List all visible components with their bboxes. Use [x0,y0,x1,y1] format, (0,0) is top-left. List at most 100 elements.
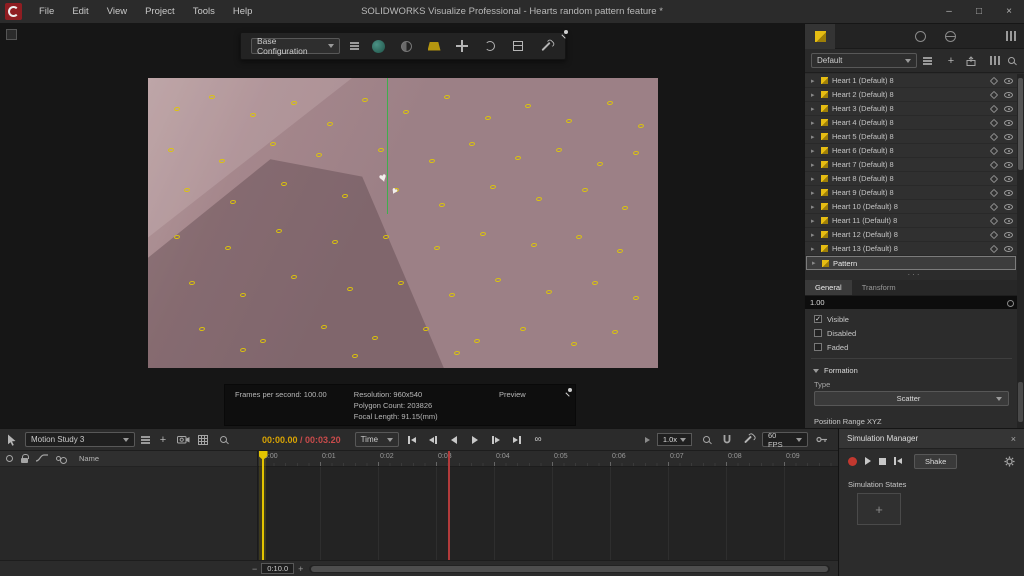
frame-forward-button[interactable] [489,432,504,447]
tree-item-heart[interactable]: ▸ Heart 6 (Default) 8 [805,144,1017,158]
eye-icon[interactable] [1004,119,1013,126]
add-simulation-state-button[interactable]: + [857,493,901,525]
checkbox[interactable] [814,343,822,351]
eye-icon[interactable] [1004,133,1013,140]
tree-item-heart[interactable]: ▸ Heart 7 (Default) 8 [805,158,1017,172]
tree-item-heart[interactable]: ▸ Heart 8 (Default) 8 [805,172,1017,186]
minimize-button[interactable]: – [934,0,964,24]
key-icon[interactable] [815,433,829,447]
menu-project[interactable]: Project [136,0,184,24]
playhead[interactable] [262,451,264,560]
play-reverse-button[interactable] [447,432,462,447]
zoom-icon[interactable] [699,433,713,447]
gear-icon[interactable] [1004,455,1015,467]
tree-item-heart[interactable]: ▸ Heart 2 (Default) 8 [805,88,1017,102]
play-button[interactable] [468,432,483,447]
eye-icon[interactable] [1004,245,1013,252]
tree-item-pattern[interactable]: ▸ Pattern [806,256,1016,270]
checkbox-row-disabled[interactable]: Disabled [805,326,1017,340]
formation-header[interactable]: Formation [813,364,1012,377]
menu-icon[interactable] [141,438,150,441]
menu-view[interactable]: View [98,0,136,24]
checkbox-row-faded[interactable]: Faded [805,340,1017,354]
camera-icon[interactable] [176,433,190,447]
shake-button[interactable]: Shake [914,453,958,469]
tag-icon[interactable] [989,174,999,183]
menu-help[interactable]: Help [224,0,262,24]
tree-item-heart[interactable]: ▸ Heart 5 (Default) 8 [805,130,1017,144]
menu-tools[interactable]: Tools [184,0,224,24]
eye-icon[interactable] [1004,105,1013,112]
checkbox[interactable]: ✓ [814,315,822,323]
checkbox[interactable] [814,329,822,337]
menu-icon[interactable] [350,45,359,47]
expand-arrow-icon[interactable]: ▸ [811,77,817,85]
configuration-dropdown[interactable]: Base Configuration [251,36,340,56]
skip-to-start-button[interactable] [405,432,420,447]
search-icon[interactable] [1004,54,1018,68]
render-sphere-icon[interactable] [369,37,387,55]
eye-icon[interactable] [1004,91,1013,98]
expand-arrow-icon[interactable]: ▸ [811,189,817,197]
maximize-button[interactable]: □ [964,0,994,24]
motion-study-dropdown[interactable]: Motion Study 3 [25,432,135,447]
tag-icon[interactable] [989,118,999,127]
tag-icon[interactable] [989,90,999,99]
scrollbar-thumb[interactable] [311,565,828,572]
cursor-tool-icon[interactable] [5,433,19,447]
add-button[interactable]: + [944,54,958,68]
pivot-move-icon[interactable] [453,37,471,55]
export-icon[interactable] [964,54,978,68]
close-icon[interactable]: × [1011,434,1016,444]
expand-arrow-icon[interactable]: ▸ [811,217,817,225]
trim-icon[interactable] [741,433,755,447]
menu-edit[interactable]: Edit [63,0,97,24]
play-simulation-button[interactable] [865,457,871,465]
formation-type-dropdown[interactable]: Scatter [814,391,1009,406]
3d-viewport[interactable]: ♥ ♥ Base Configuration Frames per second… [0,24,804,428]
tree-item-heart[interactable]: ▸ Heart 11 (Default) 8 [805,214,1017,228]
tag-icon[interactable] [989,76,999,85]
pin-icon[interactable] [561,30,568,37]
lock-icon[interactable] [21,453,29,463]
loop-button[interactable]: ∞ [531,432,546,447]
rewind-simulation-button[interactable] [894,454,902,469]
zoom-in-button[interactable]: + [298,564,303,574]
record-icon[interactable] [6,455,13,462]
tag-icon[interactable] [989,230,999,239]
tag-icon[interactable] [989,202,999,211]
skip-to-end-button[interactable] [510,432,525,447]
tag-icon[interactable] [989,244,999,253]
end-time-marker[interactable] [448,451,450,560]
tree-item-heart[interactable]: ▸ Heart 4 (Default) 8 [805,116,1017,130]
timeline-scrollbar[interactable] [309,564,830,573]
speed-dropdown[interactable]: 1.0x [656,433,692,446]
tab-general[interactable]: General [805,280,852,295]
menu-icon[interactable] [923,59,932,62]
timeline-tracks[interactable] [258,467,838,560]
tag-icon[interactable] [989,132,999,141]
expand-arrow-icon[interactable]: ▸ [811,119,817,127]
tree-item-heart[interactable]: ▸ Heart 3 (Default) 8 [805,102,1017,116]
timeline-ruler[interactable]: 0:00 0:01 0:02 0:03 0:04 0:05 0:06 0:07 0:08 0:09 [258,451,838,467]
tab-appearances[interactable] [905,24,935,49]
expand-arrow-icon[interactable]: ▸ [811,147,817,155]
tree-item-heart[interactable]: ▸ Heart 1 (Default) 8 [805,74,1017,88]
eye-icon[interactable] [1004,175,1013,182]
expand-arrow-icon[interactable]: ▸ [811,133,817,141]
panel-scrollbar[interactable] [1017,74,1024,428]
close-button[interactable]: × [994,0,1024,24]
cube-icon[interactable] [509,37,527,55]
value-field[interactable]: 1.00 [805,296,1017,309]
eye-icon[interactable] [1004,77,1013,84]
curve-icon[interactable] [35,453,48,464]
tag-icon[interactable] [989,104,999,113]
render-scene[interactable]: ♥ ♥ [148,78,658,368]
expand-arrow-icon[interactable]: ▸ [811,245,817,253]
expand-arrow-icon[interactable]: ▸ [811,91,817,99]
link-icon[interactable] [56,456,67,464]
record-simulation-button[interactable] [848,456,857,466]
tag-icon[interactable] [989,160,999,169]
eye-icon[interactable] [1004,217,1013,224]
fps-dropdown[interactable]: 60 FPS [762,431,808,449]
